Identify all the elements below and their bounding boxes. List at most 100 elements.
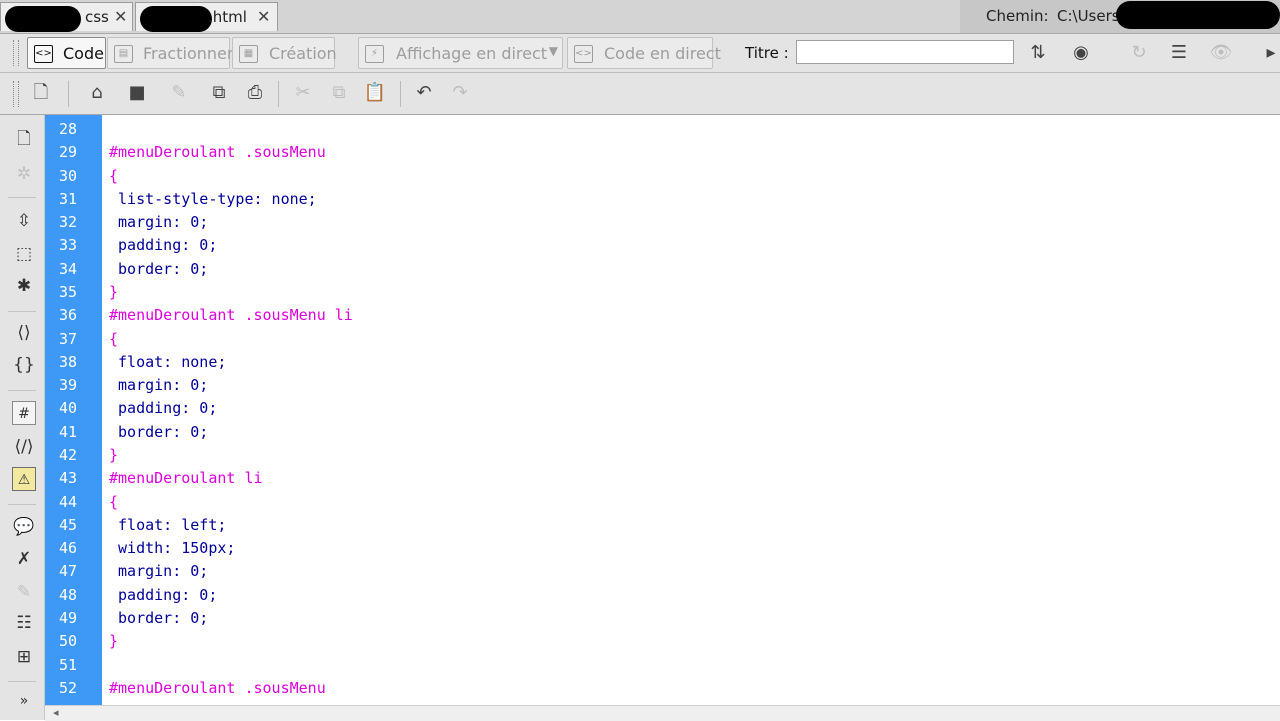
title-input[interactable] — [796, 40, 1014, 64]
toolbar-grip[interactable] — [13, 81, 19, 107]
paste-icon[interactable]: 📋 — [362, 80, 388, 106]
code-line[interactable]: } — [109, 283, 118, 301]
syntax-error-alerts-icon[interactable]: ⚠ — [12, 467, 36, 491]
tab-html-file[interactable]: .html ✕ — [135, 2, 278, 32]
line-number: 31 — [58, 190, 77, 208]
line-number: 45 — [58, 516, 77, 534]
collapse-tag-icon[interactable]: ⇳ — [12, 209, 36, 233]
split-view-button[interactable]: ▤ Fractionner — [107, 37, 233, 69]
code-line[interactable]: margin: 0; — [109, 376, 208, 394]
code-line[interactable]: { — [109, 167, 118, 185]
collapse-selection-icon[interactable]: ⬚ — [12, 242, 36, 266]
cut-icon[interactable]: ✂ — [290, 80, 316, 106]
redacted-path — [1116, 1, 1280, 29]
line-number-gutter[interactable]: 28 29 30 31 32 33 34 35 36 37 38 39 40 4… — [45, 115, 102, 705]
redo-icon[interactable]: ↷ — [447, 80, 473, 106]
code-line[interactable]: #menuDeroulant .sousMenu — [109, 679, 326, 697]
code-line[interactable]: padding: 0; — [109, 399, 217, 417]
recent-snippets-icon[interactable]: ☷ — [12, 611, 36, 635]
refresh-icon[interactable]: ↻ — [1126, 40, 1152, 66]
toolbar-separator — [8, 504, 36, 505]
code-line[interactable]: } — [109, 632, 118, 650]
code-line[interactable]: padding: 0; — [109, 236, 217, 254]
code-line[interactable]: #menuDeroulant li — [109, 469, 263, 487]
balance-braces-icon[interactable]: {} — [12, 353, 36, 377]
remove-comment-icon[interactable]: ✗ — [12, 547, 36, 571]
code-line[interactable]: { — [109, 330, 118, 348]
toolbar-separator — [8, 311, 36, 312]
code-line[interactable]: width: 150px; — [109, 539, 235, 557]
highlight-invalid-code-icon[interactable]: ⟨/⟩ — [12, 435, 36, 459]
live-view-button[interactable]: ⚡ Affichage en direct ▼ — [358, 37, 563, 69]
select-parent-tag-icon[interactable]: ⟨⟩ — [12, 321, 36, 345]
open-documents-icon[interactable]: 🗋 — [12, 127, 36, 151]
tab-close-icon[interactable]: ✕ — [114, 7, 127, 26]
line-number: 29 — [58, 143, 77, 161]
live-code-icon: <> — [574, 45, 593, 63]
code-line[interactable]: border: 0; — [109, 609, 208, 627]
design-view-label: Création — [269, 44, 337, 63]
code-line[interactable]: float: left; — [109, 516, 226, 534]
wrap-tag-icon[interactable]: ✎ — [12, 580, 36, 604]
code-view-button[interactable]: <> Code — [27, 37, 106, 69]
move-css-icon[interactable]: ⊞ — [12, 645, 36, 669]
design-view-button[interactable]: ▦ Création — [232, 37, 337, 69]
apply-comment-icon[interactable]: 💬 — [12, 515, 36, 539]
code-line[interactable]: } — [109, 446, 118, 464]
undo-icon[interactable]: ↶ — [411, 80, 437, 106]
save-icon[interactable]: ✎ — [166, 80, 192, 106]
line-number: 38 — [58, 353, 77, 371]
live-code-button[interactable]: <> Code en direct — [567, 37, 721, 69]
code-line[interactable]: padding: 0; — [109, 586, 217, 604]
horizontal-scrollbar[interactable]: ◂ — [45, 705, 1280, 721]
new-icon[interactable]: 🗋 — [28, 80, 54, 106]
line-numbers-icon[interactable]: # — [12, 401, 36, 425]
scroll-left-icon[interactable]: ◂ — [53, 706, 59, 719]
line-number: 40 — [58, 399, 77, 417]
print-icon[interactable]: ⎙ — [242, 80, 268, 106]
line-number: 30 — [58, 167, 77, 185]
code-line[interactable]: #menuDeroulant .sousMenu li — [109, 306, 353, 324]
design-view-icon: ▦ — [239, 45, 258, 63]
file-management-icon[interactable]: ⇅ — [1025, 40, 1051, 66]
line-number: 33 — [58, 236, 77, 254]
toolbar-separator — [68, 81, 69, 107]
toolbar-overflow-icon[interactable]: ▸ — [1262, 40, 1280, 66]
standard-toolbar: 🗋 ⌂ ■ ✎ ⧉ ⎙ ✂ ⧉ 📋 ↶ ↷ — [0, 73, 1280, 115]
copy-icon[interactable]: ⧉ — [326, 80, 352, 106]
code-line[interactable]: float: none; — [109, 353, 226, 371]
code-view-label: Code — [63, 44, 104, 63]
expand-all-icon[interactable]: ✱ — [12, 274, 36, 298]
code-editor[interactable]: #menuDeroulant .sousMenu { list-style-ty… — [102, 115, 1280, 705]
line-number: 42 — [58, 446, 77, 464]
preview-browser-icon[interactable]: ◉ — [1068, 40, 1094, 66]
show-code-navigator-icon[interactable]: ✲ — [12, 162, 36, 186]
tab-close-icon[interactable]: ✕ — [257, 7, 270, 26]
save-all-icon[interactable]: ⧉ — [206, 80, 232, 106]
live-view-icon: ⚡ — [365, 45, 384, 63]
line-number: 44 — [58, 493, 77, 511]
code-line[interactable]: list-style-type: none; — [109, 190, 317, 208]
toolbar-separator — [400, 81, 401, 107]
line-number: 48 — [58, 586, 77, 604]
coding-toolbar: 🗋 ✲ ⇳ ⬚ ✱ ⟨⟩ {} # ⟨/⟩ ⚠ 💬 ✗ ✎ ☷ ⊞ » — [0, 115, 45, 720]
live-code-label: Code en direct — [604, 44, 721, 63]
tab-css-file[interactable]: css ✕ — [0, 2, 133, 32]
code-line[interactable]: border: 0; — [109, 260, 208, 278]
code-line[interactable]: margin: 0; — [109, 562, 208, 580]
code-line[interactable]: #menuDeroulant .sousMenu — [109, 143, 326, 161]
toolbar-grip[interactable] — [13, 40, 19, 66]
code-line[interactable]: { — [109, 493, 118, 511]
more-icon[interactable]: » — [12, 689, 36, 713]
open-icon[interactable]: ⌂ — [84, 80, 110, 106]
code-line[interactable]: border: 0; — [109, 423, 208, 441]
code-line[interactable]: margin: 0; — [109, 213, 208, 231]
toolbar-separator — [8, 390, 36, 391]
browse-bridge-icon[interactable]: ■ — [124, 80, 150, 106]
view-options-icon[interactable]: ☰ — [1166, 40, 1192, 66]
toolbar-separator — [278, 81, 279, 107]
visual-aids-icon[interactable]: 👁 — [1208, 40, 1234, 66]
chevron-down-icon[interactable]: ▼ — [549, 44, 558, 58]
document-tab-bar: css ✕ .html ✕ Chemin: C:\Users — [0, 0, 1280, 34]
redacted-filename — [5, 6, 81, 32]
